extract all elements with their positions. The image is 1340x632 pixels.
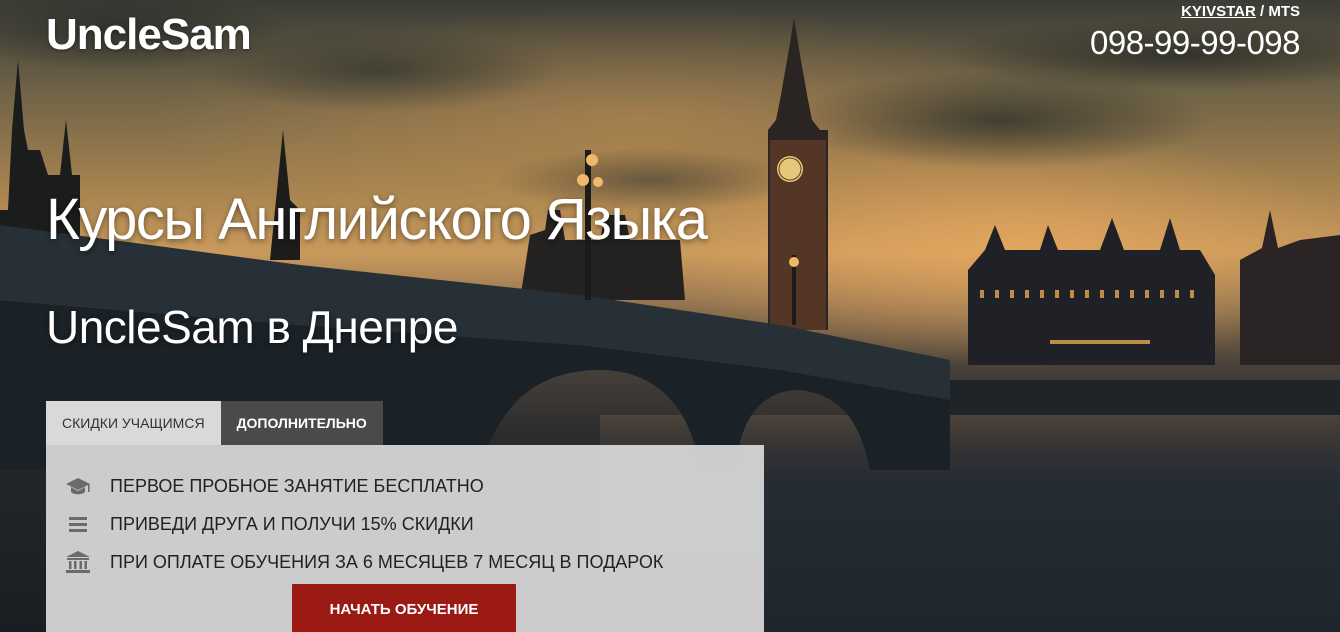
offer-tabs: СКИДКИ УЧАЩИМСЯ ДОПОЛНИТЕЛЬНО: [46, 401, 383, 445]
graduation-cap-icon: [64, 472, 92, 500]
perk-item: ПЕРВОЕ ПРОБНОЕ ЗАНЯТИЕ БЕСПЛАТНО: [64, 467, 764, 505]
operators-line: KYIVSTAR / MTS: [1090, 3, 1300, 21]
tab-additional[interactable]: ДОПОЛНИТЕЛЬНО: [220, 401, 383, 445]
operator-kyivstar-link[interactable]: KYIVSTAR: [1181, 3, 1256, 20]
perk-text: ПРИВЕДИ ДРУГА И ПОЛУЧИ 15% СКИДКИ: [110, 513, 474, 534]
site-logo[interactable]: UncleSam: [46, 10, 252, 60]
hero-subtitle: UncleSam в Днепре: [46, 301, 458, 353]
start-learning-button[interactable]: НАЧАТЬ ОБУЧЕНИЕ: [292, 584, 516, 632]
contact-block: KYIVSTAR / MTS 098-99-99-098: [1090, 3, 1301, 65]
bank-icon: [64, 548, 92, 576]
operator-separator: /: [1255, 3, 1269, 20]
hero-title: Курсы Английского Языка: [46, 187, 708, 252]
perk-item: ПРИВЕДИ ДРУГА И ПОЛУЧИ 15% СКИДКИ: [64, 505, 764, 543]
operator-mts-label: MTS: [1268, 3, 1300, 20]
discounts-panel: ПЕРВОЕ ПРОБНОЕ ЗАНЯТИЕ БЕСПЛАТНО ПРИВЕДИ…: [46, 445, 764, 632]
tab-student-discounts[interactable]: СКИДКИ УЧАЩИМСЯ: [46, 401, 221, 445]
perk-item: ПРИ ОПЛАТЕ ОБУЧЕНИЯ ЗА 6 МЕСЯЦЕВ 7 МЕСЯЦ…: [64, 543, 764, 581]
perk-text: ПЕРВОЕ ПРОБНОЕ ЗАНЯТИЕ БЕСПЛАТНО: [110, 475, 484, 496]
phone-number-link[interactable]: 098-99-99-098: [1090, 21, 1301, 65]
list-icon: [64, 510, 92, 538]
perk-text: ПРИ ОПЛАТЕ ОБУЧЕНИЯ ЗА 6 МЕСЯЦЕВ 7 МЕСЯЦ…: [110, 551, 664, 572]
